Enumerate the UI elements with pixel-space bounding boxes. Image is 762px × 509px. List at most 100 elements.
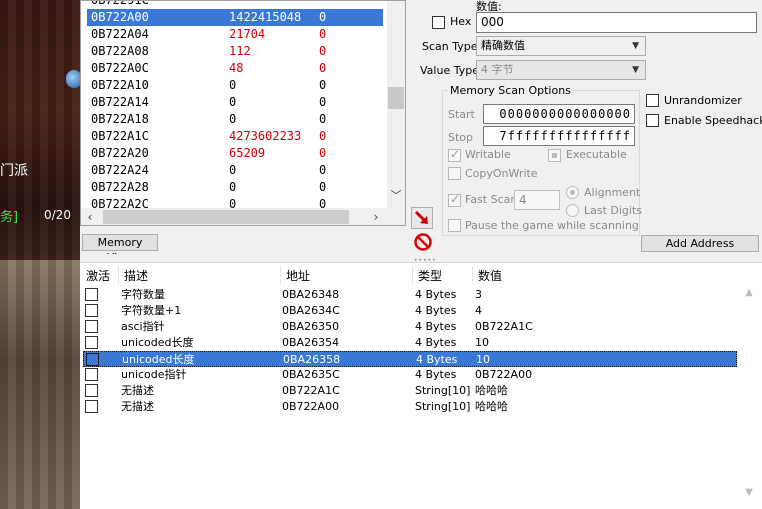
hex-checkbox[interactable] [432,16,445,29]
memory-row[interactable]: 0B722A28 0 0 [87,179,383,196]
active-checkbox[interactable] [85,320,98,333]
address-table-row[interactable]: 字符数量+1 0BA2634C 4 Bytes 4 [83,303,737,319]
memory-row[interactable]: 0B722A10 0 0 [87,77,383,94]
memory-row-address: 0B722A08 [91,44,149,58]
header-address[interactable]: 地址 [286,267,310,284]
address-table-row[interactable]: unicoded长度 0BA26354 4 Bytes 10 [83,335,737,351]
scan-type-select[interactable]: 精确数值 ▼ [476,36,646,56]
memory-row-address: 0B722A20 [91,146,149,160]
red-no-entry-icon[interactable] [413,232,433,252]
start-label: Start [448,108,475,121]
address-table-row[interactable]: unicode指针 0BA2635C 4 Bytes 0B722A00 [83,367,737,383]
address-list[interactable]: 激活 描述 地址 类型 数值 字符数量 0BA26348 4 Bytes 3 字符数量+… [80,262,762,509]
memory-vertical-scrollbar[interactable]: ﹀ [387,1,405,208]
writable-label: Writable [465,148,511,161]
executable-checkbox[interactable] [548,149,561,162]
memory-row-flag: 0 [319,78,327,92]
active-checkbox[interactable] [85,384,98,397]
pause-game-checkbox[interactable] [448,219,461,232]
memory-row-value: 0 [229,163,237,177]
address-table-row[interactable]: 字符数量 0BA26348 4 Bytes 3 [83,287,737,303]
active-checkbox[interactable] [85,288,98,301]
copyonwrite-checkbox[interactable] [448,167,461,180]
memory-row-partial[interactable]: 0B72291C [87,1,383,9]
red-diagonal-arrow-icon[interactable] [411,207,433,229]
game-quest-text: 务] [0,210,19,225]
add-address-manually-button[interactable]: Add Address Manually [641,235,759,265]
speedhack-label: Enable Speedhack [664,114,762,127]
memory-row-flag: 0 [319,112,327,126]
unrandomizer-checkbox[interactable] [646,94,659,107]
memory-row[interactable]: 0B722A18 0 0 [87,111,383,128]
panel-splitter[interactable]: ••••• [80,254,762,264]
row-description: 字符数量 [121,288,165,301]
last-digits-radio[interactable] [566,204,579,217]
row-value: 10 [475,336,489,349]
active-checkbox[interactable] [86,353,99,366]
memory-row[interactable]: 0B722A00 1422415048 0 [87,9,383,26]
memory-view-list[interactable]: 0B72291C 0B722A00 1422415048 0 0B722A04 2170… [80,0,406,226]
memory-row-flag: 0 [319,95,327,109]
hex-label: Hex [450,15,472,28]
writable-checkbox[interactable] [448,147,461,162]
scroll-down-icon[interactable]: ﹀ [387,187,405,205]
scan-type-label: Scan Type [422,40,478,53]
scroll-down-icon[interactable]: ▼ [740,487,758,498]
active-checkbox[interactable] [85,336,98,349]
memory-row[interactable]: 0B722A14 0 0 [87,94,383,111]
memory-hscroll-thumb[interactable] [103,210,349,224]
address-list-scrollbar[interactable]: ▲ ▼ [740,287,758,509]
memory-view-button[interactable]: Memory View [82,234,158,264]
row-type: 4 Bytes [415,336,457,349]
memory-row-value: 112 [229,44,251,58]
memory-row[interactable]: 0B722A24 0 0 [87,162,383,179]
memory-row-flag: 0 [319,129,327,143]
executable-label: Executable [566,148,627,161]
memory-row-flag: 0 [319,27,327,41]
scroll-left-icon[interactable]: ‹ [81,208,99,225]
row-value: 3 [475,288,482,301]
row-description: unicoded长度 [121,336,194,349]
alignment-label: Alignment [584,186,641,199]
memory-row[interactable]: 0B722A0C 48 0 [87,60,383,77]
value-type-select[interactable]: 4 字节 ▼ [476,60,646,80]
memory-row[interactable]: 0B722A08 112 0 [87,43,383,60]
active-checkbox[interactable] [85,400,98,413]
memory-row-value: 0 [229,78,237,92]
active-checkbox[interactable] [85,368,98,381]
row-value: 0B722A00 [475,368,533,381]
fast-scan-checkbox[interactable] [448,192,461,207]
memory-row[interactable]: 0B722A1C 4273602233 0 [87,128,383,145]
address-table-row[interactable]: 无描述 0B722A1C String[10] 哈哈哈 [83,383,737,399]
memory-row-flag: 0 [319,163,327,177]
chevron-down-icon: ▼ [632,65,639,75]
memory-row[interactable]: 0B722A04 21704 0 [87,26,383,43]
value-input[interactable]: 000 [476,12,757,33]
address-table-row[interactable]: unicoded长度 0BA26358 4 Bytes 10 [83,351,737,367]
stop-input[interactable]: 7fffffffffffffff [483,126,635,146]
header-active[interactable]: 激活 [86,267,110,284]
row-description: unicoded长度 [122,353,195,366]
row-description: 无描述 [121,384,154,397]
start-input[interactable]: 0000000000000000 [483,104,635,124]
alignment-radio[interactable] [566,186,579,199]
memory-row-value: 4273602233 [229,129,302,143]
address-table-row[interactable]: asci指针 0BA26350 4 Bytes 0B722A1C [83,319,737,335]
row-type: 4 Bytes [415,304,457,317]
scroll-up-icon[interactable]: ▲ [740,287,758,298]
row-value: 4 [475,304,482,317]
active-checkbox[interactable] [85,304,98,317]
memory-row[interactable]: 0B722A20 65209 0 [87,145,383,162]
row-value: 哈哈哈 [475,400,508,413]
scroll-right-icon[interactable]: › [367,208,385,225]
address-table-row[interactable]: 无描述 0B722A00 String[10] 哈哈哈 [83,399,737,415]
fast-scan-input[interactable]: 4 [514,190,560,210]
memory-row-value: 0 [229,112,237,126]
header-type[interactable]: 类型 [418,267,442,284]
memory-horizontal-scrollbar[interactable]: ‹ › [81,208,387,225]
memory-row-address: 0B722A1C [91,129,149,143]
header-value[interactable]: 数值 [478,267,502,284]
memory-scroll-thumb[interactable] [388,87,404,109]
header-description[interactable]: 描述 [124,267,148,284]
speedhack-checkbox[interactable] [646,114,659,127]
